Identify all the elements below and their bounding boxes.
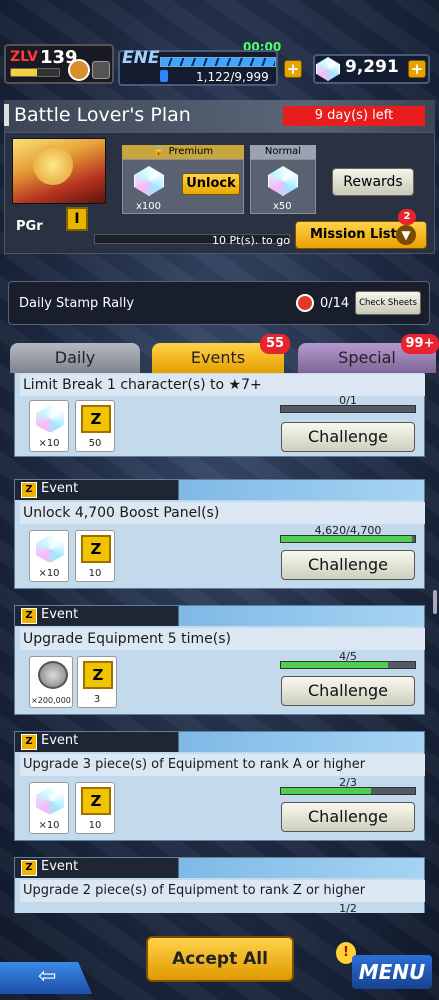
check-sheets-button[interactable]: Check Sheets (355, 291, 421, 315)
level-label: ZLV (10, 49, 38, 65)
energy-label: ENE (122, 48, 160, 68)
reward-qty: 3 (93, 694, 101, 705)
z-event-icon: Z (21, 608, 37, 624)
chrono-crystal-icon (35, 535, 65, 563)
reward-qty: ×10 (38, 438, 60, 449)
reward-slot[interactable]: Z 3 (77, 656, 117, 708)
event-tag: Event (41, 481, 79, 496)
progress-bar (280, 661, 416, 669)
energy-bottle-icon (160, 70, 168, 82)
days-left-badge: 9 day(s) left (283, 106, 425, 126)
z-event-icon: Z (21, 734, 37, 750)
back-button[interactable]: ⇦ (0, 962, 92, 994)
zeni-coin-icon (38, 661, 68, 689)
mission-title: Upgrade Equipment 5 time(s) (20, 628, 425, 650)
reward-slot[interactable]: ×200,000 (29, 656, 73, 708)
title-marker (4, 104, 9, 126)
z-event-icon: Z (21, 860, 37, 876)
stamp-icon (296, 294, 314, 312)
lock-icon (92, 61, 110, 79)
special-badge: 99+ (401, 334, 439, 354)
rewards-button[interactable]: Rewards (332, 168, 414, 196)
mission-card: Z Event Unlock 4,700 Boost Panel(s) ×10 Z… (14, 479, 425, 589)
reward-slot[interactable]: ×10 (29, 400, 69, 452)
menu-button[interactable]: MENU (352, 955, 432, 989)
reward-qty: 50 (88, 438, 102, 449)
z-ticket-icon: Z (81, 535, 111, 563)
add-crystals-button[interactable]: + (408, 60, 426, 78)
reward-qty: 10 (88, 568, 102, 579)
energy-bar (160, 57, 276, 67)
avatar[interactable] (68, 59, 90, 81)
mission-card: Z Event Upgrade Equipment 5 time(s) ×200,… (14, 605, 425, 715)
reward-slot[interactable]: Z 10 (75, 530, 115, 582)
premium-header: 🔒 Premium (122, 145, 244, 159)
accept-all-button[interactable]: Accept All (146, 936, 294, 982)
lock-icon: 🔒 (152, 146, 169, 157)
character-portrait (12, 138, 106, 204)
add-energy-button[interactable]: + (284, 60, 302, 78)
crystal-count: 9,291 (345, 57, 399, 77)
z-ticket-icon: Z (81, 787, 111, 815)
energy-value: 1,122/9,999 (196, 70, 269, 84)
event-header: Z Event (15, 480, 424, 500)
reward-qty: ×200,000 (31, 696, 71, 705)
rank-label: PGr (16, 219, 43, 234)
progress-fill (281, 662, 389, 668)
chevron-down-icon[interactable]: ▼ (396, 225, 416, 245)
mission-list[interactable]: Limit Break 1 character(s) to ★7+ ×10 Z … (14, 373, 425, 913)
reward-qty: 10 (88, 820, 102, 831)
reward-slot[interactable]: Z 10 (75, 782, 115, 834)
progress-bar (280, 405, 416, 413)
reward-slot[interactable]: ×10 (29, 782, 69, 834)
mission-title: Unlock 4,700 Boost Panel(s) (20, 502, 425, 524)
event-tag: Event (41, 733, 79, 748)
stamp-rally-label: Daily Stamp Rally (19, 296, 135, 311)
rank-icon: I (66, 207, 88, 231)
z-event-icon: Z (21, 482, 37, 498)
mission-badge: 2 (398, 209, 416, 225)
premium-qty: x100 (136, 201, 162, 212)
event-header: Z Event (15, 858, 424, 878)
level-progress-fill (11, 69, 38, 76)
event-header: Z Event (15, 732, 424, 752)
tab-daily[interactable]: Daily (10, 343, 140, 373)
z-ticket-icon: Z (83, 661, 113, 689)
progress-fill (281, 536, 413, 542)
unlock-button[interactable]: Unlock (182, 173, 240, 195)
mission-card: Z Event Upgrade 2 piece(s) of Equipment t… (14, 857, 425, 913)
event-tag: Event (41, 859, 79, 874)
premium-label: Premium (168, 146, 214, 157)
progress-text: 1/2 (339, 902, 357, 913)
challenge-button[interactable]: Challenge (281, 802, 415, 832)
plan-title: Battle Lover's Plan (14, 104, 191, 126)
level-progress-bar (10, 68, 60, 77)
reward-slot[interactable]: Z 50 (75, 400, 115, 452)
challenge-button[interactable]: Challenge (281, 550, 415, 580)
z-ticket-icon: Z (81, 405, 111, 433)
scrollbar[interactable] (433, 590, 437, 614)
stamp-count: 0/14 (320, 296, 350, 311)
chrono-crystal-icon (35, 405, 65, 433)
normal-label: Normal (250, 145, 316, 159)
progress-bar (280, 535, 416, 543)
event-tag: Event (41, 607, 79, 622)
mission-card: Limit Break 1 character(s) to ★7+ ×10 Z … (14, 373, 425, 457)
challenge-button[interactable]: Challenge (281, 676, 415, 706)
mission-title: Limit Break 1 character(s) to ★7+ (20, 374, 425, 396)
chrono-crystal-icon (35, 787, 65, 815)
points-to-go: 10 Pt(s). to go (212, 234, 290, 247)
mission-title: Upgrade 2 piece(s) of Equipment to rank … (20, 880, 425, 902)
challenge-button[interactable]: Challenge (281, 422, 415, 452)
reward-qty: ×10 (38, 820, 60, 831)
event-header: Z Event (15, 606, 424, 626)
progress-bar (280, 787, 416, 795)
reward-qty: ×10 (38, 568, 60, 579)
mission-title: Upgrade 3 piece(s) of Equipment to rank … (20, 754, 425, 776)
normal-qty: x50 (273, 201, 292, 212)
events-badge: 55 (260, 334, 290, 354)
mission-card: Z Event Upgrade 3 piece(s) of Equipment t… (14, 731, 425, 841)
reward-slot[interactable]: ×10 (29, 530, 69, 582)
progress-fill (281, 788, 371, 794)
